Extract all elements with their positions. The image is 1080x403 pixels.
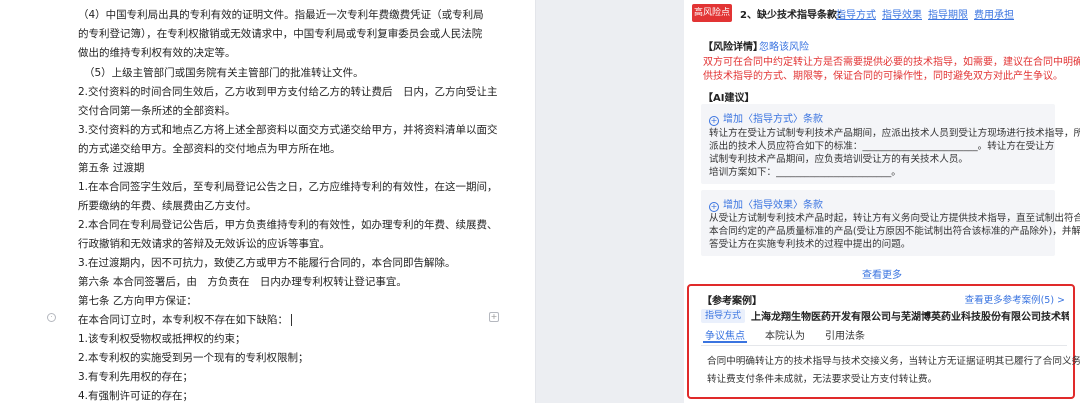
case-tag: 指导方式 bbox=[701, 309, 746, 323]
doc-line: 3.在过渡期内，因不可抗力，致使乙方或甲方不能履行合同的，本合同即告解除。 bbox=[78, 257, 456, 269]
suggestion-text: 转让方在受让方试制专利技术产品期间，应派出技术人员到受让方现场进行技术指导，所 bbox=[709, 128, 1080, 139]
doc-line: 第七条 乙方向甲方保证： bbox=[78, 295, 197, 307]
suggestion-text: 从受让方试制专利技术产品时起，转让方有义务向受让方提供技术指导，直至试制出符合 bbox=[709, 213, 1080, 224]
suggestion-title-text: 增加〈指导方式〉条款 bbox=[723, 114, 823, 125]
doc-line: 做出的维持专利权有效的决定等。 bbox=[78, 47, 236, 59]
ignore-risk-link[interactable]: 忽略该风险 bbox=[759, 38, 809, 53]
doc-line: 的专利登记簿），在专利权撤销或无效请求中，中国专利局或专利复审委员会或人民法院 bbox=[78, 28, 483, 40]
case-content-text: 合同中明确转让方的技术指导与技术交接义务，当转让方无证据证明其已履行了合同义务时… bbox=[707, 356, 1080, 367]
doc-line: （4）中国专利局出具的专利有效的证明文件。指最近一次专利年费缴费凭证（或专利局 bbox=[78, 9, 484, 21]
app-window: （4）中国专利局出具的专利有效的证明文件。指最近一次专利年费缴费凭证（或专利局 … bbox=[0, 0, 1080, 403]
doc-line: 1.在本合同签字生效后，至专利局登记公告之日，乙方应维持专利的有效性，在这一期间… bbox=[78, 181, 498, 193]
document-pane[interactable]: （4）中国专利局出具的专利有效的证明文件。指最近一次专利年费缴费凭证（或专利局 … bbox=[0, 0, 536, 403]
add-comment-icon[interactable]: + bbox=[489, 312, 499, 322]
suggestion-card[interactable]: + 增加〈指导效果〉条款 从受让方试制专利技术产品时起，转让方有义务向受让方提供技… bbox=[701, 190, 1080, 256]
risk-level-badge: 高风险点 bbox=[692, 4, 732, 22]
suggestion-card[interactable]: + 增加〈指导方式〉条款 转让方在受让方试制专利技术产品期间，应派出技术人员到受让… bbox=[701, 104, 1080, 184]
ai-suggestion-heading: 【AI建议】 bbox=[703, 93, 755, 104]
case-content-text: 转让费支付条件未成就，无法要求受让方支付转让费。 bbox=[707, 374, 938, 385]
doc-line: （5）上级主管部门或国务院有关主管部门的批准转让文件。 bbox=[84, 67, 364, 79]
risk-detail-text: 双方可在合同中约定转让方是否需要提供必要的技术指导，如需要，建议在合同中明确约定… bbox=[703, 57, 1080, 68]
more-cases-link[interactable]: 查看更多参考案例(5) > bbox=[965, 292, 1065, 306]
review-panel: 高风险点 2、缺少技术指导条款： 指导方式 指导效果 指导期限 费用承担 【风险… bbox=[684, 0, 1080, 403]
doc-line: 1.该专利权受物权或抵押权的约束； bbox=[78, 333, 246, 345]
doc-line: 行政撤销和无效请求的答辩及无效诉讼的应诉等事宜。 bbox=[78, 238, 330, 250]
doc-line: 2.本合同在专利局登记公告后，甲方负责维持专利的有效性，如办理专利的年费、续展费… bbox=[78, 219, 498, 231]
doc-line: 所要缴纳的年费、续展费由乙方支付。 bbox=[78, 200, 257, 212]
doc-line: 第五条 过渡期 bbox=[78, 162, 145, 174]
risk-detail-text: 供技术指导的方式、期限等，保证合同的可操作性，同时避免双方对此产生争议。 bbox=[703, 71, 1063, 82]
reference-case-card: 【参考案例】 查看更多参考案例(5) > 指导方式 上海龙翔生物医药开发有限公司… bbox=[687, 284, 1080, 399]
active-tab-indicator bbox=[703, 341, 747, 343]
risk-title: 2、缺少技术指导条款： bbox=[740, 10, 847, 21]
risk-link-guidance-method[interactable]: 指导方式 bbox=[836, 6, 876, 21]
doc-line: 3.有专利先用权的存在； bbox=[78, 371, 194, 383]
case-heading: 【参考案例】 bbox=[702, 296, 762, 307]
doc-line-cursor[interactable]: 在本合同订立时，本专利权不存在如下缺陷： bbox=[78, 313, 292, 327]
doc-line: 的方式递交给甲方。全部资料的交付地点为甲方所在地。 bbox=[78, 143, 341, 155]
view-more-link[interactable]: 查看更多 bbox=[862, 266, 902, 281]
doc-line: 2.本专利权的实施受到另一个现有的专利权限制； bbox=[78, 352, 309, 364]
tab-court-opinion[interactable]: 本院认为 bbox=[765, 327, 805, 342]
text-cursor bbox=[291, 314, 292, 326]
doc-line: 2.交付资料的时间合同生效后，乙方收到甲方支付给乙方的转让费后 日内，乙方向受让… bbox=[78, 86, 498, 98]
risk-link-guidance-effect[interactable]: 指导效果 bbox=[882, 6, 922, 21]
doc-line-text: 在本合同订立时，本专利权不存在如下缺陷： bbox=[78, 314, 288, 326]
suggestion-text: 派出的技术人员应符合如下的标准：________________________… bbox=[709, 141, 1055, 152]
case-title[interactable]: 上海龙翔生物医药开发有限公司与芜湖博英药业科技股份有限公司技术转让合同纠纷 bbox=[751, 308, 1069, 323]
suggestion-text: 答受让方在实施专利技术的过程中提出的问题。 bbox=[709, 239, 911, 250]
doc-line: 交付合同第一条所述的全部资料。 bbox=[78, 105, 236, 117]
tab-dispute-focus[interactable]: 争议焦点 bbox=[705, 327, 745, 342]
suggestion-text: 培训方案如下：________________________。 bbox=[709, 167, 901, 178]
suggestion-text: 试制专利技术产品期间，应负责培训受让方的有关技术人员。 bbox=[709, 154, 969, 165]
line-marker-icon[interactable]: · bbox=[47, 313, 56, 322]
risk-detail-heading: 【风险详情】 bbox=[703, 42, 763, 53]
suggestion-text: 本合同约定的产品质量标准的产品(受让方原因不能试制出符合该标准的产品除外)，并解 bbox=[709, 226, 1080, 237]
divider bbox=[701, 345, 1067, 346]
risk-link-fee[interactable]: 费用承担 bbox=[974, 6, 1014, 21]
suggestion-title[interactable]: + 增加〈指导方式〉条款 bbox=[709, 110, 823, 126]
risk-link-guidance-period[interactable]: 指导期限 bbox=[928, 6, 968, 21]
doc-line: 第六条 本合同签署后，由 方负责在 日内办理专利权转让登记事宜。 bbox=[78, 276, 407, 288]
tab-cited-law[interactable]: 引用法条 bbox=[825, 327, 865, 342]
doc-line: 3.交付资料的方式和地点乙方将上述全部资料以面交方式递交给甲方，并将资料清单以面… bbox=[78, 124, 498, 136]
doc-line: 4.有强制许可证的存在； bbox=[78, 390, 194, 402]
